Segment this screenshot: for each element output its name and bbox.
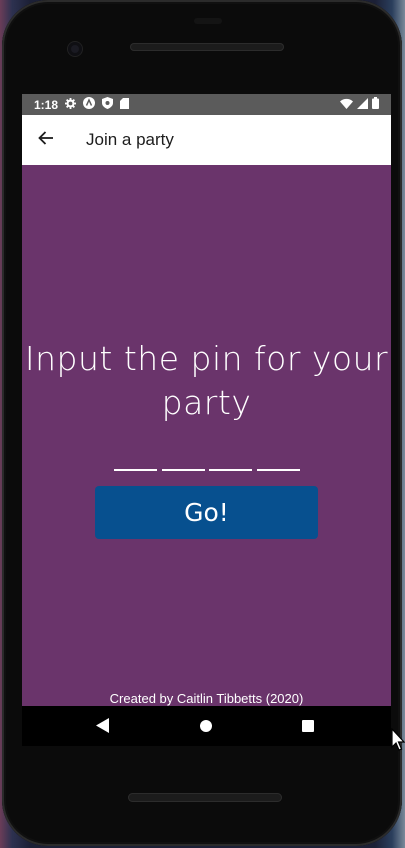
status-right xyxy=(340,97,379,112)
back-button[interactable] xyxy=(30,124,62,156)
join-party-panel: Input the pin for your party Go! Created… xyxy=(22,165,391,706)
nav-home-icon[interactable] xyxy=(200,720,212,732)
nav-recents-icon[interactable] xyxy=(302,720,314,732)
status-time: 1:18 xyxy=(34,97,59,112)
nav-back-icon[interactable] xyxy=(96,718,109,737)
arrow-left-icon xyxy=(38,130,54,150)
top-speaker-grille xyxy=(130,43,284,51)
battery-icon xyxy=(372,97,379,112)
front-camera xyxy=(68,42,82,56)
app-bar: Join a party xyxy=(22,115,391,165)
pin-input-row xyxy=(114,447,300,471)
pin-prompt-heading: Input the pin for your party xyxy=(24,339,389,422)
system-nav-bar xyxy=(22,706,391,746)
launcher-icon xyxy=(83,97,96,112)
go-button[interactable]: Go! xyxy=(95,486,318,539)
earpiece-slot xyxy=(194,18,222,24)
page-title: Join a party xyxy=(86,130,174,149)
mouse-pointer-icon xyxy=(391,727,405,756)
wifi-icon xyxy=(340,98,353,112)
pin-digit-3[interactable] xyxy=(209,447,253,471)
bottom-speaker-grille xyxy=(128,793,282,802)
signal-icon xyxy=(357,97,368,112)
status-left: 1:18 xyxy=(34,97,130,112)
phone-screen: 1:18 Join a party Input the pin for your… xyxy=(22,94,391,746)
sd-card-icon xyxy=(120,97,130,112)
shield-icon xyxy=(102,97,114,112)
settings-icon xyxy=(65,97,77,112)
phone-frame: 1:18 Join a party Input the pin for your… xyxy=(2,0,402,846)
pin-digit-1[interactable] xyxy=(114,447,157,471)
pin-digit-4[interactable] xyxy=(256,447,300,471)
status-bar: 1:18 xyxy=(22,94,391,115)
pin-digit-2[interactable] xyxy=(161,447,205,471)
credit-footer: Created by Caitlin Tibbetts (2020) xyxy=(109,691,304,706)
